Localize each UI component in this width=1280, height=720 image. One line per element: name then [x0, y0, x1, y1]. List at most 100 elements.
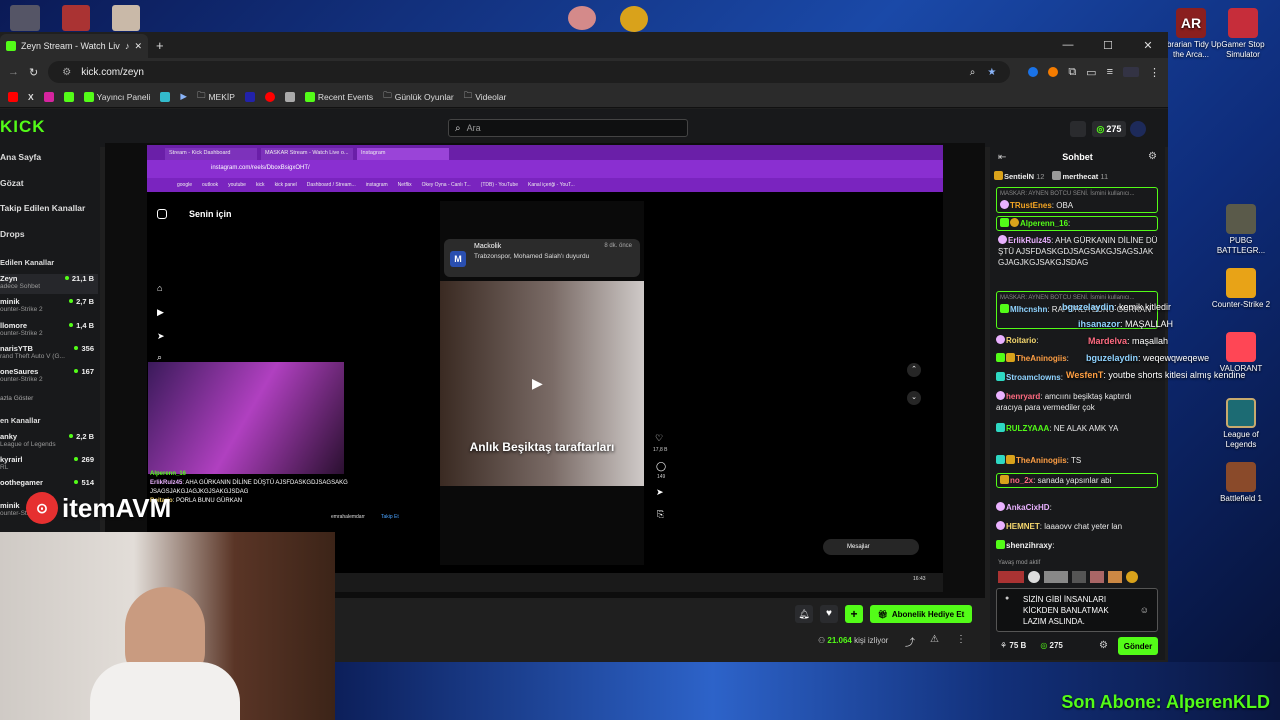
- desktop-thumb-1[interactable]: [10, 5, 40, 31]
- x-bookmark-icon[interactable]: X: [28, 92, 34, 102]
- bookmark-misc-2[interactable]: ▶: [180, 91, 187, 102]
- inner-bookmarks: google outlook youtube kick kick panel D…: [147, 178, 943, 192]
- followed-channel[interactable]: llomore ounter-Strike 2 1,4 B: [0, 321, 98, 341]
- kick-bookmark-icon[interactable]: [63, 91, 74, 102]
- like-icon[interactable]: ♡: [655, 433, 663, 444]
- emote-icon[interactable]: [1028, 571, 1040, 583]
- show-more-link[interactable]: azla Göster: [0, 395, 33, 402]
- comment-icon[interactable]: ◯: [656, 461, 666, 472]
- media-icon[interactable]: ≡: [1107, 66, 1113, 78]
- desktop-icon-pubg[interactable]: PUBG BATTLEGR...: [1210, 204, 1272, 256]
- desktop-thumb-4[interactable]: [568, 6, 596, 30]
- yt-bookmark-icon[interactable]: [8, 91, 18, 102]
- reload-icon[interactable]: ↻: [29, 66, 38, 79]
- sidebar-toggle-icon[interactable]: ▭: [1086, 66, 1096, 79]
- emote-icon[interactable]: [1126, 571, 1138, 583]
- emote-icon[interactable]: [1044, 571, 1068, 583]
- avatar[interactable]: [1130, 121, 1146, 137]
- followed-channel[interactable]: minik ounter-Strike 2 2,7 B: [0, 297, 98, 317]
- chat-input[interactable]: ● SİZİN GİBİ İNSANLARI KİCKDEN BANLATMAK…: [996, 588, 1158, 632]
- bookmark-yayinci[interactable]: Yayıncı Paneli: [83, 91, 150, 102]
- chat-settings-icon[interactable]: ⚙: [1148, 151, 1157, 162]
- extension-1-icon[interactable]: [1028, 67, 1039, 77]
- nav-browse[interactable]: Gözat: [0, 178, 24, 188]
- k-badge-icon: [1006, 353, 1015, 362]
- streamer-webcam: [0, 532, 335, 720]
- report-icon[interactable]: ⚠: [930, 634, 939, 645]
- bookmark-star-icon[interactable]: ★: [987, 67, 996, 78]
- browser-tab-active[interactable]: Zeyn Stream - Watch Live o ♪ ✕: [0, 34, 148, 58]
- streamer-shirt: [90, 662, 240, 720]
- extensions-icon[interactable]: ⧉: [1068, 66, 1076, 79]
- minimize-icon[interactable]: —: [1048, 39, 1088, 51]
- emote-icon[interactable]: [1108, 571, 1122, 583]
- gift-sub-button[interactable]: 🎁︎ Abonelik Hediye Et: [870, 605, 972, 623]
- subscribe-button[interactable]: +: [845, 605, 863, 623]
- profile-icon[interactable]: [1123, 67, 1139, 77]
- nav-home[interactable]: Ana Sayfa: [0, 152, 41, 162]
- save-icon[interactable]: ⎘: [657, 509, 664, 520]
- play-icon[interactable]: ▶: [532, 375, 543, 392]
- follow-link[interactable]: Takip Et: [381, 514, 399, 520]
- library-button[interactable]: [1070, 121, 1086, 137]
- up-arrow-icon[interactable]: ⌃: [907, 363, 921, 377]
- bookmark-misc-4[interactable]: [264, 91, 275, 102]
- chat-settings-gear-icon[interactable]: ⚙: [1099, 640, 1108, 651]
- maximize-icon[interactable]: ☐: [1088, 39, 1128, 52]
- follow-heart-button[interactable]: ♥: [820, 605, 838, 623]
- extension-2-icon[interactable]: [1048, 67, 1059, 77]
- desktop-thumb-5[interactable]: [620, 6, 648, 32]
- recommended-channel[interactable]: anky League of Legends 2,2 B: [0, 432, 98, 452]
- kick-logo[interactable]: KICK: [0, 117, 46, 137]
- ig-bookmark-icon[interactable]: [43, 91, 54, 102]
- followed-channel[interactable]: Zeyn adece Sohbet 21,1 B: [0, 274, 98, 294]
- bookmark-misc-5[interactable]: [284, 91, 295, 102]
- emote-icon[interactable]: [1072, 571, 1086, 583]
- desktop-thumb-3[interactable]: [112, 5, 140, 31]
- send-button[interactable]: Gönder: [1118, 637, 1158, 655]
- close-window-icon[interactable]: ✕: [1128, 39, 1168, 52]
- bookmark-misc-3[interactable]: [244, 91, 255, 102]
- followed-channel[interactable]: oneSaures ounter-Strike 2 167: [0, 367, 98, 387]
- emote-icon[interactable]: [1090, 571, 1104, 583]
- url-field[interactable]: ⚙ kick.com/zeyn ⌕ ★: [48, 61, 1011, 83]
- desktop-thumb-2[interactable]: [62, 5, 90, 31]
- followed-channel[interactable]: narisYTB rand Theft Auto V (G... 356: [0, 344, 98, 364]
- nav-following[interactable]: Takip Edilen Kanallar: [0, 203, 85, 213]
- share-icon[interactable]: ➤: [656, 487, 664, 498]
- bookmark-gunluk[interactable]: 🗀 Günlük Oyunlar: [383, 90, 454, 104]
- points-value: 75 B: [1009, 641, 1027, 650]
- emote-icon[interactable]: [998, 571, 1024, 583]
- bookmark-recent-events[interactable]: Recent Events: [304, 91, 373, 102]
- notification-bell-button[interactable]: 🔔︎: [795, 605, 813, 623]
- emoji-icon[interactable]: ☺: [1140, 605, 1149, 615]
- close-tab-icon[interactable]: ✕: [134, 41, 142, 52]
- new-tab-icon[interactable]: +: [156, 38, 164, 53]
- more-options-icon[interactable]: ⋮: [956, 634, 966, 645]
- kicks-balance[interactable]: ◎ 275: [1092, 121, 1126, 137]
- mute-icon[interactable]: ♪: [125, 41, 130, 51]
- down-arrow-icon[interactable]: ⌄: [907, 391, 921, 405]
- share-icon[interactable]: ⤴: [905, 634, 915, 649]
- desktop-icon-bf1[interactable]: Battlefield 1: [1210, 462, 1272, 504]
- search-input[interactable]: ⌕ Ara: [448, 119, 688, 137]
- nav-drops[interactable]: Drops: [0, 229, 25, 239]
- reel-video[interactable]: M Mackolik 8 dk. önce Trabzonspor, Moham…: [440, 201, 644, 565]
- kicks-display[interactable]: ◎ 275: [1040, 641, 1063, 650]
- site-info-icon[interactable]: ⚙: [62, 67, 71, 78]
- feed-title[interactable]: Senin için: [189, 209, 232, 219]
- messages-button[interactable]: Mesajlar: [823, 539, 919, 555]
- sub-badge-icon: [1000, 475, 1009, 484]
- zoom-icon[interactable]: ⌕: [970, 67, 976, 78]
- desktop-icon-gamerstop[interactable]: Gamer Stop Simulator: [1212, 8, 1274, 60]
- desktop-icon-lol[interactable]: League of Legends: [1210, 398, 1272, 450]
- recommended-channel[interactable]: kyrairl RL 269: [0, 455, 98, 475]
- chat-message: TheAninogiis: TS: [996, 455, 1158, 466]
- bookmark-mekip[interactable]: 🗀 MEKİP: [197, 90, 235, 104]
- forward-icon[interactable]: →: [8, 66, 19, 78]
- points-display[interactable]: ⚘ 75 B: [1000, 641, 1026, 650]
- menu-icon[interactable]: ⋮: [1149, 66, 1160, 79]
- bookmark-label: MEKİP: [208, 91, 235, 102]
- bookmark-misc-1[interactable]: [160, 91, 171, 102]
- bookmark-videolar[interactable]: 🗀 Videolar: [464, 90, 507, 104]
